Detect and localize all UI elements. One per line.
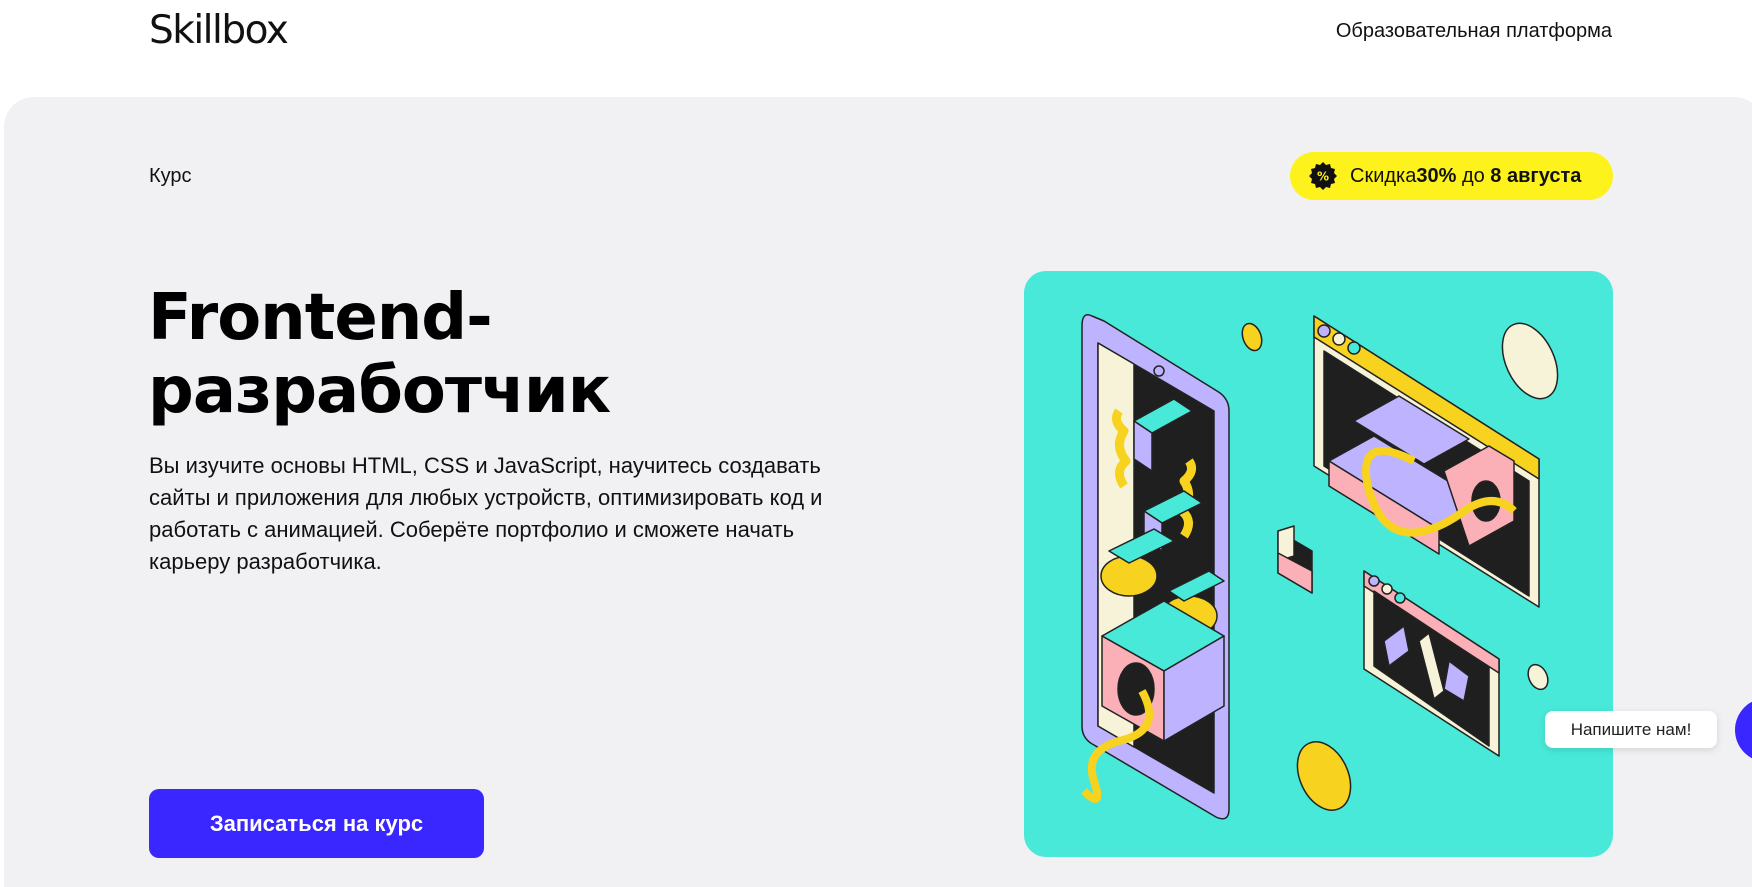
title-line-2: разработчик [148,354,611,428]
course-illustration [1024,271,1613,857]
page-title: Frontend- разработчик [148,281,611,428]
promo-middle: до [1456,164,1491,187]
discount-badge: % Скидка 30% до 8 августа [1290,152,1613,200]
svg-text:%: % [1317,170,1329,184]
promo-discount: 30% [1416,164,1457,187]
skillbox-logo[interactable]: Skillbox [149,8,289,53]
promo-date: 8 августа [1490,164,1582,187]
chat-prompt-bubble[interactable]: Напишите нам! [1545,711,1717,748]
enroll-button[interactable]: Записаться на курс [149,789,484,858]
title-line-1: Frontend- [148,281,493,355]
site-header: Skillbox Образовательная платформа [0,0,1752,66]
platform-link[interactable]: Образовательная платформа [1336,20,1612,43]
percent-badge-icon: % [1308,161,1338,191]
course-description: Вы изучите основы HTML, CSS и JavaScript… [149,453,823,574]
promo-prefix: Скидка [1350,164,1417,187]
course-kicker: Курс [149,165,192,187]
